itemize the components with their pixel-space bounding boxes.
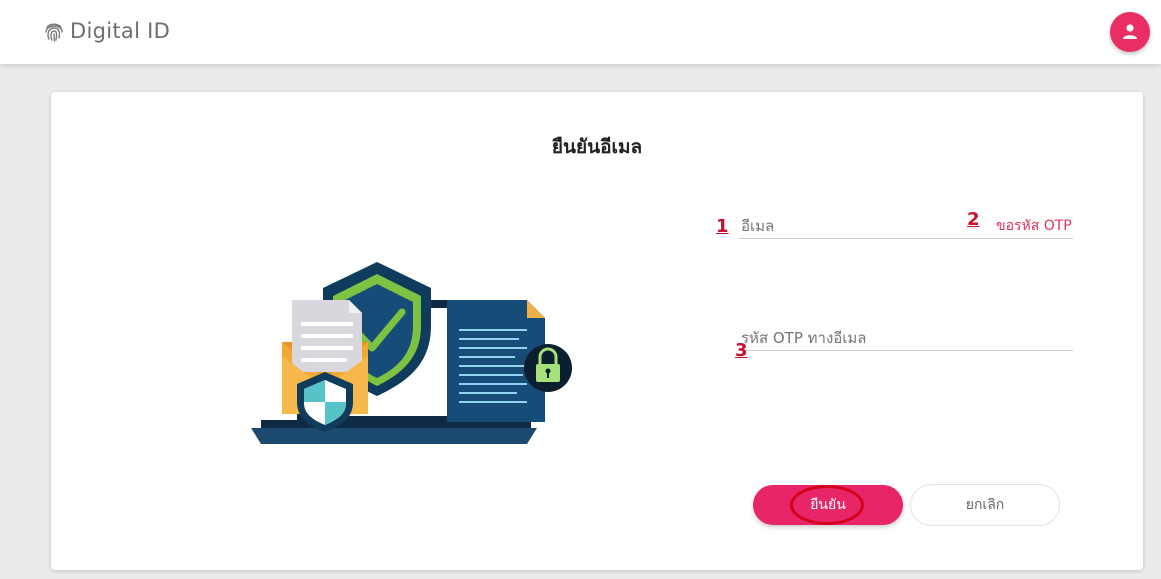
otp-field[interactable] [739, 326, 1073, 350]
request-otp-link[interactable]: ขอรหัส OTP [996, 215, 1072, 237]
user-avatar-button[interactable] [1110, 12, 1150, 52]
brand-logo[interactable]: Digital ID [44, 16, 170, 46]
page-title: ยืนยันอีเมล [551, 136, 643, 158]
confirm-button-label: ยืนยัน [810, 497, 846, 513]
otp-field-underline [739, 350, 1073, 351]
confirm-button[interactable]: ยืนยัน [753, 485, 903, 525]
annotation-marker-1: 1 [716, 216, 729, 237]
fingerprint-icon [45, 23, 63, 42]
brand-name: Digital ID [70, 19, 171, 43]
cancel-button[interactable]: ยกเลิก [910, 484, 1060, 526]
verify-email-card: ยืนยันอีเมล 1 อีเมล 2 ขอรหัส OTP รหัส OT… [51, 92, 1143, 570]
email-field[interactable] [739, 214, 973, 238]
email-security-illustration [251, 262, 572, 444]
email-field-underline [739, 238, 1073, 239]
user-icon [1123, 24, 1137, 39]
annotation-marker-3: 3 [735, 340, 748, 361]
top-app-bar: Digital ID [0, 0, 1161, 64]
annotation-marker-2: 2 [967, 209, 980, 230]
